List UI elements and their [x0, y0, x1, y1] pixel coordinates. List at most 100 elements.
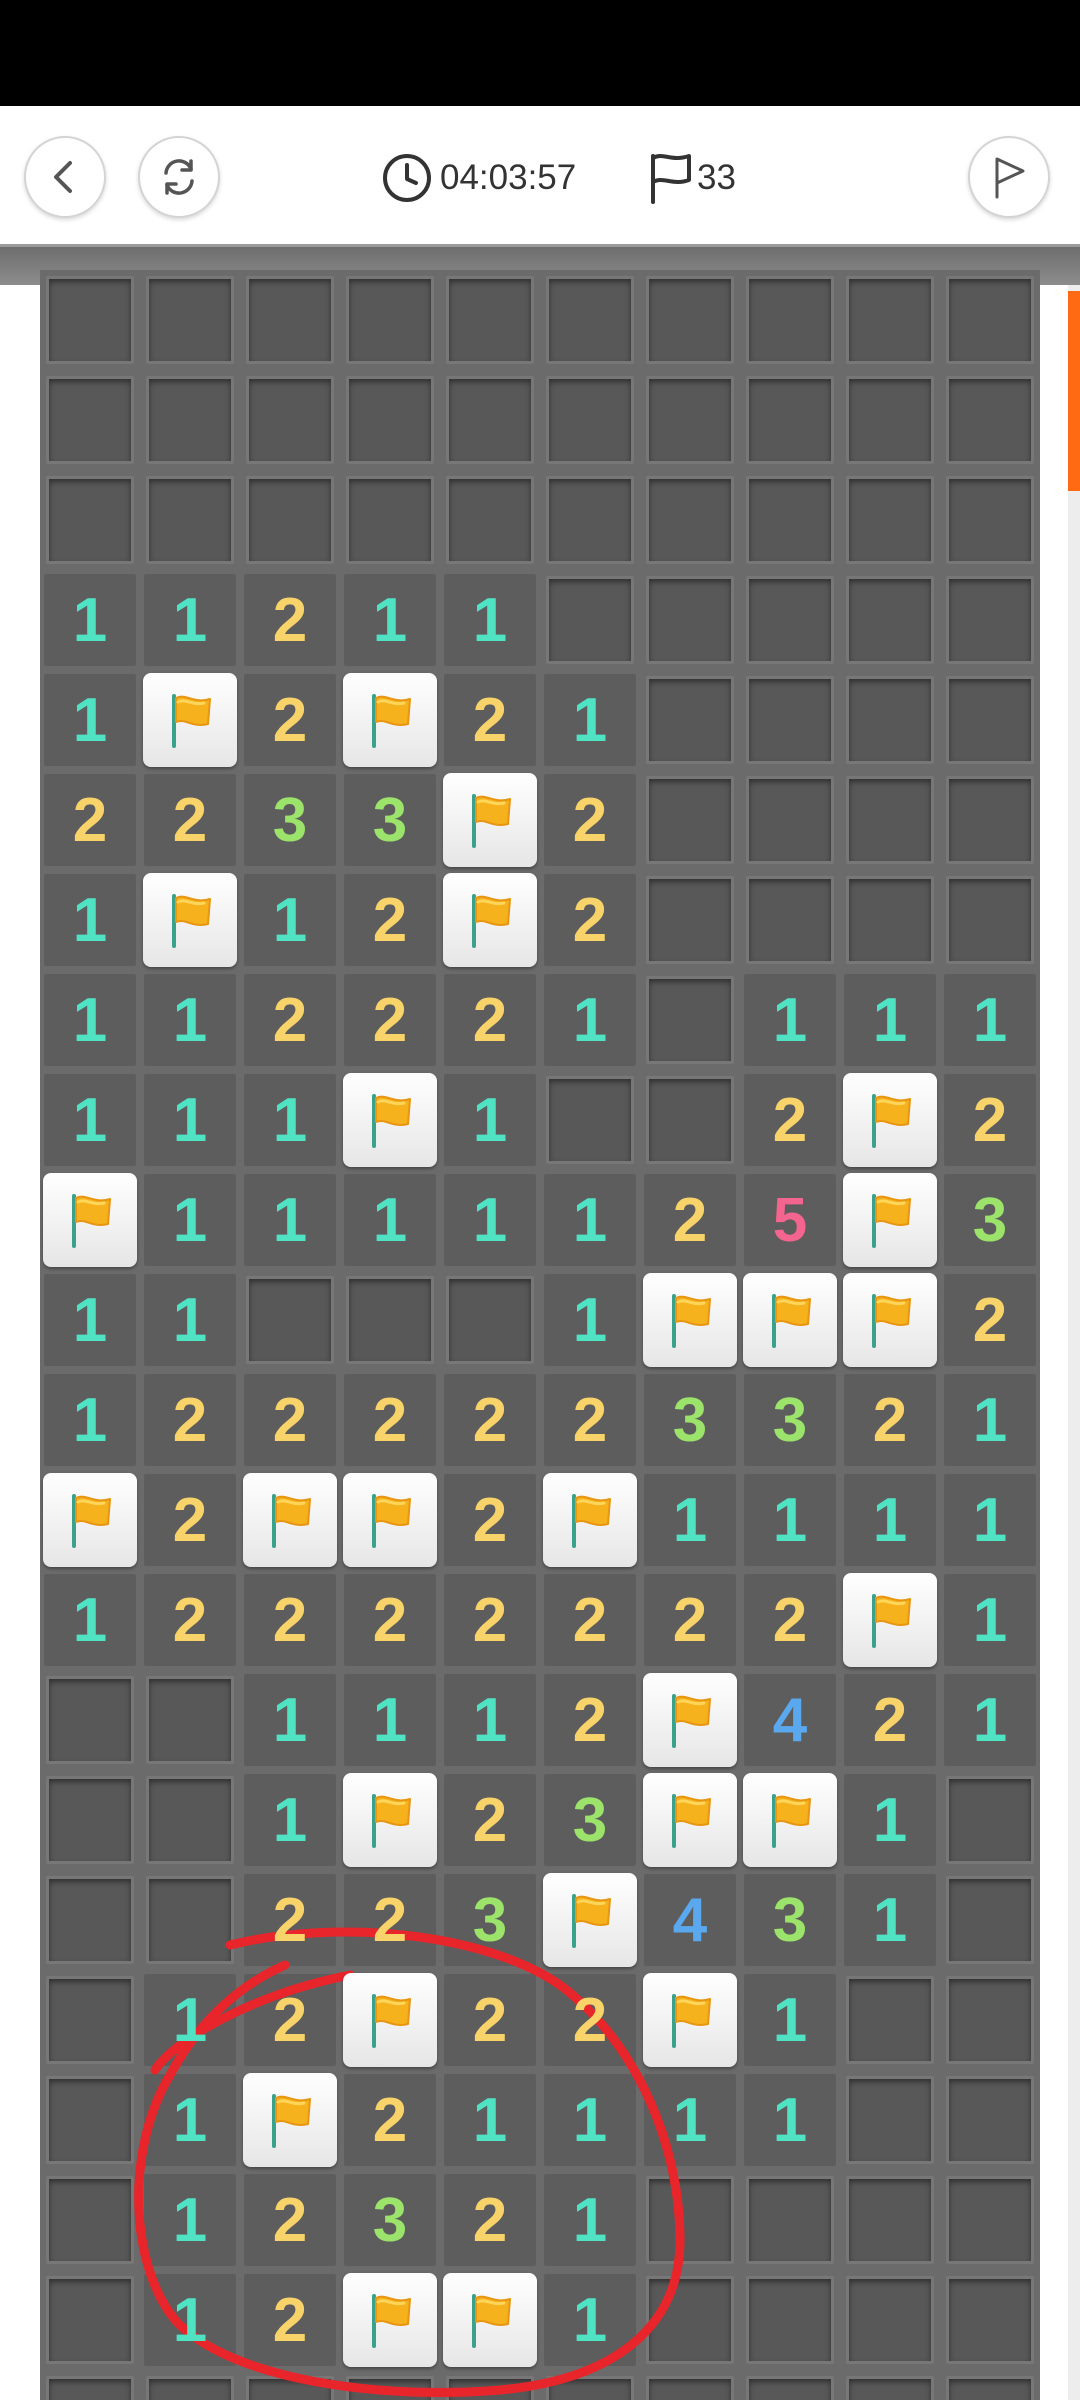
hidden-tile[interactable] [340, 2370, 440, 2400]
number-tile[interactable]: 2 [140, 770, 240, 870]
hidden-tile[interactable] [640, 370, 740, 470]
hidden-tile[interactable] [40, 1670, 140, 1770]
hidden-tile[interactable] [40, 2370, 140, 2400]
number-tile[interactable]: 2 [340, 2070, 440, 2170]
number-tile[interactable]: 3 [740, 1370, 840, 1470]
number-tile[interactable]: 1 [440, 1070, 540, 1170]
number-tile[interactable]: 1 [40, 570, 140, 670]
number-tile[interactable]: 3 [740, 1870, 840, 1970]
hidden-tile[interactable] [40, 2170, 140, 2270]
hidden-tile[interactable] [440, 470, 540, 570]
number-tile[interactable]: 4 [640, 1870, 740, 1970]
flagged-tile[interactable] [340, 1070, 440, 1170]
flagged-tile[interactable] [540, 1870, 640, 1970]
number-tile[interactable]: 1 [840, 1770, 940, 1870]
hidden-tile[interactable] [240, 2370, 340, 2400]
number-tile[interactable]: 2 [140, 1470, 240, 1570]
hidden-tile[interactable] [440, 1270, 540, 1370]
number-tile[interactable]: 1 [140, 1170, 240, 1270]
number-tile[interactable]: 2 [640, 1170, 740, 1270]
number-tile[interactable]: 1 [140, 570, 240, 670]
number-tile[interactable]: 2 [340, 870, 440, 970]
number-tile[interactable]: 1 [940, 1670, 1040, 1770]
hidden-tile[interactable] [740, 670, 840, 770]
number-tile[interactable]: 2 [240, 570, 340, 670]
number-tile[interactable]: 1 [740, 2070, 840, 2170]
flagged-tile[interactable] [40, 1470, 140, 1570]
flagged-tile[interactable] [340, 1970, 440, 2070]
number-tile[interactable]: 3 [540, 1770, 640, 1870]
flagged-tile[interactable] [140, 670, 240, 770]
number-tile[interactable]: 1 [140, 2170, 240, 2270]
hidden-tile[interactable] [540, 270, 640, 370]
number-tile[interactable]: 1 [540, 1270, 640, 1370]
number-tile[interactable]: 1 [540, 2070, 640, 2170]
number-tile[interactable]: 2 [440, 1970, 540, 2070]
number-tile[interactable]: 1 [240, 1770, 340, 1870]
number-tile[interactable]: 1 [40, 670, 140, 770]
number-tile[interactable]: 1 [540, 1170, 640, 1270]
hidden-tile[interactable] [940, 1770, 1040, 1870]
hidden-tile[interactable] [740, 270, 840, 370]
flagged-tile[interactable] [440, 2270, 540, 2370]
number-tile[interactable]: 2 [240, 2270, 340, 2370]
hidden-tile[interactable] [840, 2370, 940, 2400]
hidden-tile[interactable] [740, 370, 840, 470]
number-tile[interactable]: 1 [240, 870, 340, 970]
flagged-tile[interactable] [640, 1770, 740, 1870]
scrollbar-thumb[interactable] [1068, 291, 1080, 491]
flagged-tile[interactable] [640, 1670, 740, 1770]
hidden-tile[interactable] [140, 270, 240, 370]
number-tile[interactable]: 1 [340, 570, 440, 670]
number-tile[interactable]: 2 [240, 1970, 340, 2070]
number-tile[interactable]: 1 [740, 1970, 840, 2070]
number-tile[interactable]: 4 [740, 1670, 840, 1770]
number-tile[interactable]: 1 [40, 970, 140, 1070]
hidden-tile[interactable] [440, 2370, 540, 2400]
number-tile[interactable]: 1 [940, 970, 1040, 1070]
hidden-tile[interactable] [440, 270, 540, 370]
number-tile[interactable]: 1 [40, 1270, 140, 1370]
number-tile[interactable]: 1 [140, 970, 240, 1070]
hidden-tile[interactable] [740, 570, 840, 670]
scrollbar[interactable] [1068, 285, 1080, 2400]
flag-mode-button[interactable] [968, 136, 1050, 218]
number-tile[interactable]: 1 [240, 1070, 340, 1170]
hidden-tile[interactable] [940, 870, 1040, 970]
number-tile[interactable]: 1 [340, 1170, 440, 1270]
hidden-tile[interactable] [740, 470, 840, 570]
number-tile[interactable]: 1 [840, 1470, 940, 1570]
hidden-tile[interactable] [740, 2370, 840, 2400]
flagged-tile[interactable] [640, 1970, 740, 2070]
number-tile[interactable]: 3 [440, 1870, 540, 1970]
number-tile[interactable]: 2 [940, 1070, 1040, 1170]
hidden-tile[interactable] [340, 470, 440, 570]
hidden-tile[interactable] [840, 570, 940, 670]
flagged-tile[interactable] [340, 1770, 440, 1870]
hidden-tile[interactable] [840, 870, 940, 970]
hidden-tile[interactable] [140, 470, 240, 570]
hidden-tile[interactable] [740, 770, 840, 870]
back-button[interactable] [24, 136, 106, 218]
number-tile[interactable]: 2 [540, 870, 640, 970]
number-tile[interactable]: 1 [40, 1370, 140, 1470]
number-tile[interactable]: 1 [140, 2270, 240, 2370]
number-tile[interactable]: 2 [240, 1570, 340, 1670]
hidden-tile[interactable] [740, 870, 840, 970]
number-tile[interactable]: 2 [440, 1370, 540, 1470]
hidden-tile[interactable] [540, 370, 640, 470]
number-tile[interactable]: 1 [940, 1470, 1040, 1570]
number-tile[interactable]: 2 [640, 1570, 740, 1670]
flagged-tile[interactable] [240, 2070, 340, 2170]
number-tile[interactable]: 1 [840, 1870, 940, 1970]
hidden-tile[interactable] [640, 270, 740, 370]
number-tile[interactable]: 3 [940, 1170, 1040, 1270]
number-tile[interactable]: 2 [340, 1870, 440, 1970]
number-tile[interactable]: 1 [440, 1670, 540, 1770]
number-tile[interactable]: 1 [440, 1170, 540, 1270]
hidden-tile[interactable] [940, 470, 1040, 570]
restart-button[interactable] [138, 136, 220, 218]
hidden-tile[interactable] [840, 2170, 940, 2270]
hidden-tile[interactable] [840, 670, 940, 770]
hidden-tile[interactable] [140, 1870, 240, 1970]
